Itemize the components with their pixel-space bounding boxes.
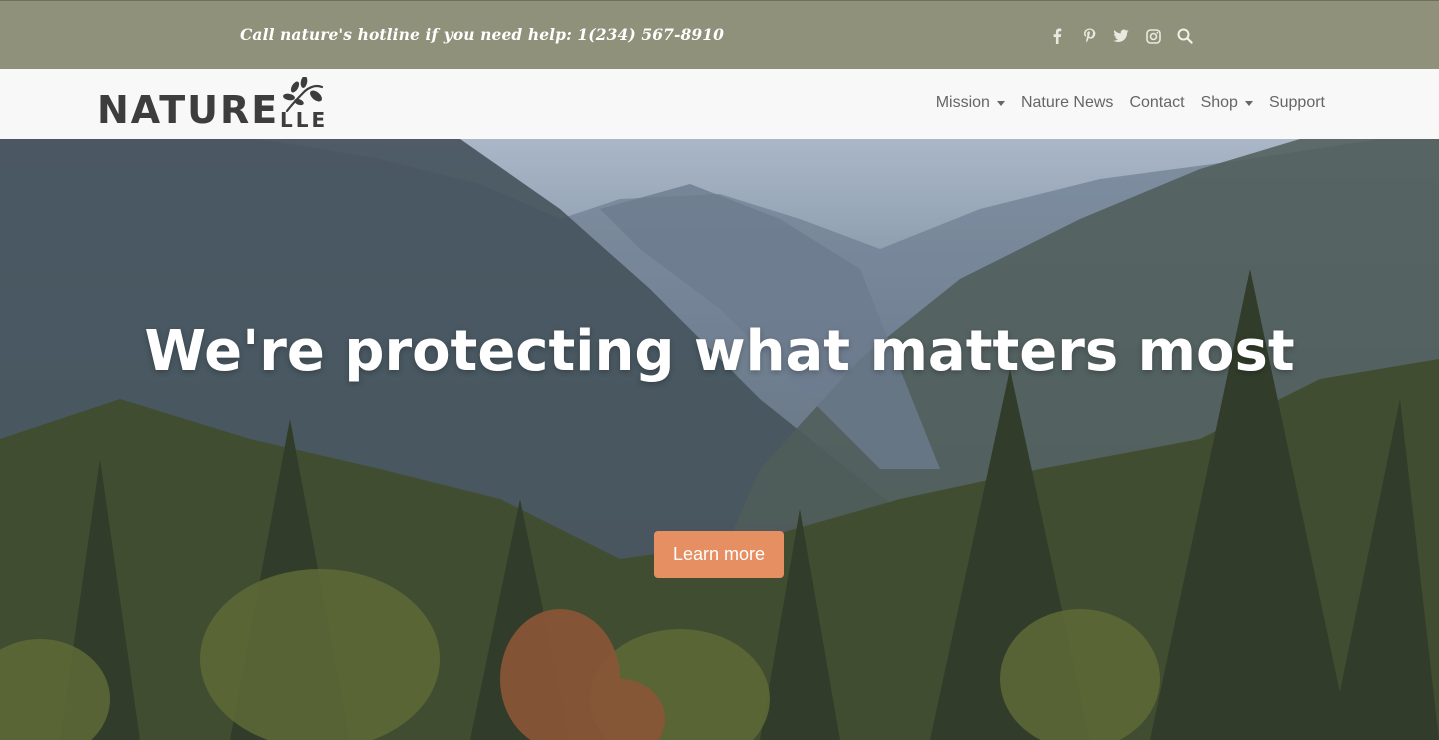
hero-section: We're protecting what matters most Learn…	[0, 139, 1439, 740]
nav-item-shop[interactable]: Shop	[1201, 94, 1253, 112]
nav-item-nature-news[interactable]: Nature News	[1021, 94, 1113, 112]
nav-item-label: Shop	[1200, 94, 1238, 111]
logo-main-text: NATURE	[97, 88, 280, 132]
top-bar: Call nature's hotline if you need help: …	[0, 0, 1439, 69]
caret-down-icon	[996, 100, 1005, 106]
hero-headline: We're protecting what matters most	[144, 319, 1295, 384]
facebook-icon[interactable]	[1046, 26, 1068, 46]
nav-item-label: Support	[1268, 94, 1325, 111]
instagram-icon[interactable]	[1142, 26, 1164, 46]
hotline-text: Call nature's hotline if you need help: …	[240, 25, 725, 44]
pinterest-icon[interactable]	[1078, 26, 1100, 46]
caret-down-icon	[1244, 100, 1253, 106]
leaf-icon	[283, 77, 324, 113]
social-links	[1046, 26, 1196, 46]
nav-item-label: Mission	[935, 94, 990, 111]
hero-overlay	[0, 139, 1439, 740]
twitter-icon[interactable]	[1110, 26, 1132, 46]
nav-item-label: Contact	[1129, 94, 1185, 111]
nav-item-label: Nature News	[1020, 94, 1114, 111]
nav-item-support[interactable]: Support	[1269, 94, 1325, 112]
learn-more-button[interactable]: Learn more	[654, 531, 784, 578]
site-logo[interactable]: NATURE LLE	[97, 77, 329, 133]
logo-suffix-text: LLE	[280, 108, 329, 132]
nav-item-contact[interactable]: Contact	[1129, 94, 1184, 112]
nav-item-mission[interactable]: Mission	[936, 94, 1005, 112]
primary-nav: Mission Nature News Contact Shop Support	[936, 94, 1325, 112]
search-icon[interactable]	[1174, 26, 1196, 46]
main-navbar: NATURE LLE Mission Nature News Contact S…	[0, 69, 1439, 139]
